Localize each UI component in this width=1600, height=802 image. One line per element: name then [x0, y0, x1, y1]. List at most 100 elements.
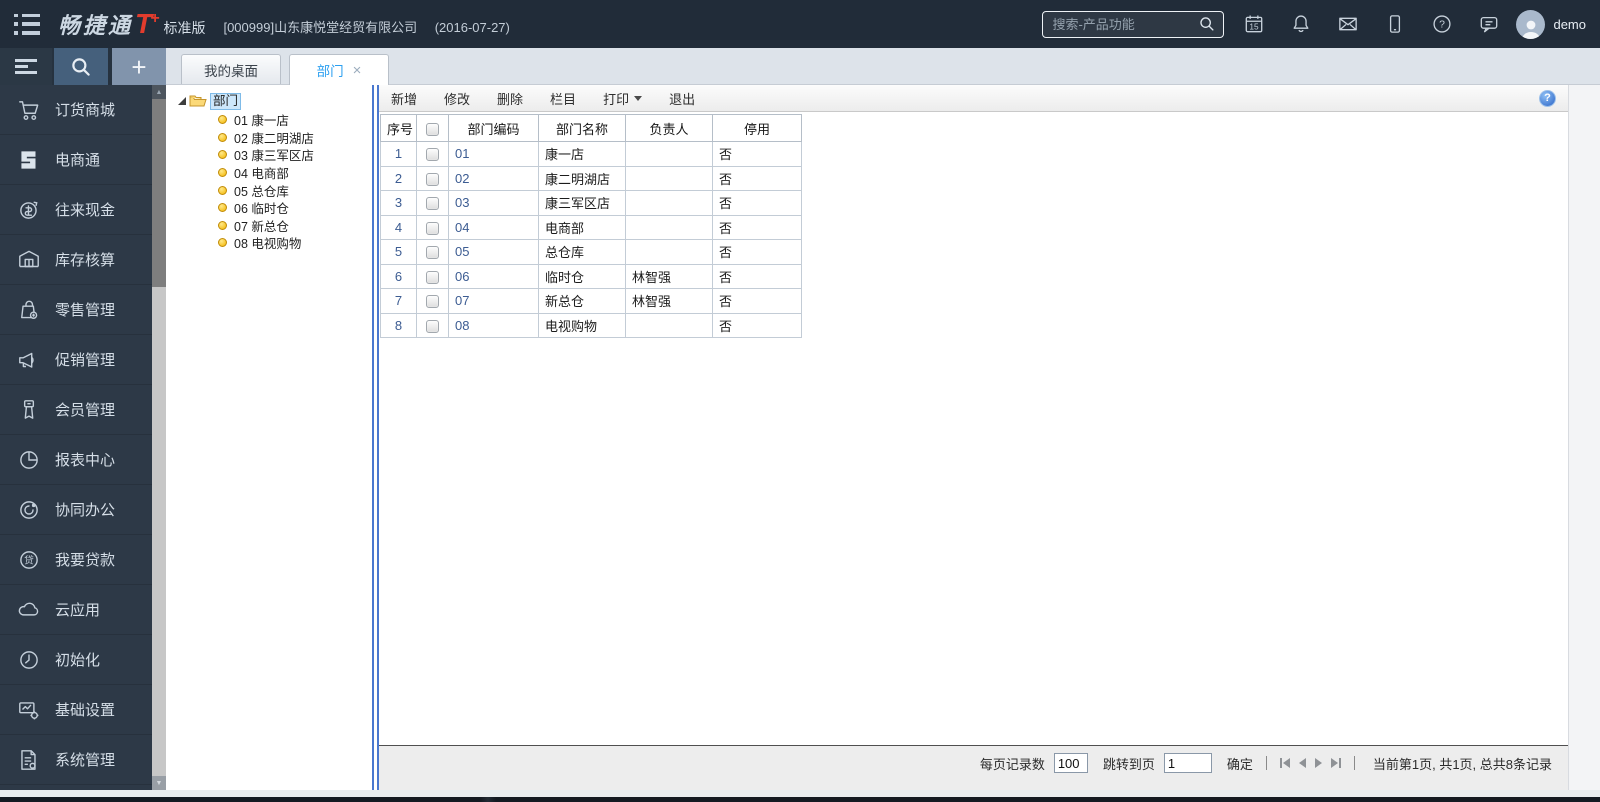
sidebar-item-inventory[interactable]: 库存核算: [0, 235, 152, 285]
row-checkbox[interactable]: [426, 172, 439, 186]
print-button[interactable]: 打印: [603, 89, 643, 108]
table-row[interactable]: 3 03 康三军区店 否: [380, 190, 802, 216]
sidebar-item-base-settings[interactable]: 基础设置: [0, 685, 152, 735]
sidebar-item-retail[interactable]: 零售管理: [0, 285, 152, 335]
sidebar-item-initialization[interactable]: 初始化: [0, 635, 152, 685]
tree-expander-icon[interactable]: [178, 97, 186, 105]
cell-disabled: 否: [712, 214, 802, 240]
new-button[interactable]: 新增: [391, 89, 417, 108]
cell-name: 电视购物: [538, 312, 626, 338]
node-bullet-icon: [218, 203, 227, 213]
row-checkbox[interactable]: [426, 246, 439, 260]
tree-root-label[interactable]: 部门: [210, 92, 242, 110]
table-row[interactable]: 7 07 新总仓 林智强 否: [380, 288, 802, 314]
cell-manager: 林智强: [625, 288, 713, 314]
col-name: 部门名称: [538, 114, 626, 142]
per-page-input[interactable]: [1053, 753, 1088, 773]
columns-button[interactable]: 栏目: [550, 89, 576, 108]
sidebar-item-system[interactable]: 系统管理: [0, 735, 152, 785]
add-tab-icon[interactable]: +: [112, 48, 166, 85]
row-checkbox[interactable]: [426, 197, 439, 211]
cell-select: [416, 165, 449, 191]
table-row[interactable]: 2 02 康二明湖店 否: [380, 165, 802, 191]
node-bullet-icon: [218, 168, 227, 178]
delete-button[interactable]: 删除: [497, 89, 523, 108]
topbar-icons: 15 ? demo: [1230, 9, 1586, 39]
sidebar-item-loan[interactable]: 贷 我要贷款: [0, 535, 152, 585]
tree-item-04[interactable]: 04 电商部: [178, 164, 372, 182]
help-icon[interactable]: ?: [1418, 13, 1465, 35]
first-page-icon[interactable]: [1279, 758, 1290, 768]
bell-icon[interactable]: [1277, 13, 1324, 35]
confirm-button[interactable]: 确定: [1227, 754, 1253, 773]
sidebar-item-cloud-apps[interactable]: 云应用: [0, 585, 152, 635]
cell-code: 07: [448, 288, 539, 314]
table-row[interactable]: 4 04 电商部 否: [380, 214, 802, 240]
cell-disabled: 否: [712, 263, 802, 289]
chat-icon[interactable]: [1465, 13, 1512, 35]
node-bullet-icon: [218, 150, 227, 160]
tree-item-08[interactable]: 08 电视购物: [178, 234, 372, 252]
row-checkbox[interactable]: [426, 270, 439, 284]
scroll-down-icon[interactable]: ▼: [152, 776, 166, 790]
row-checkbox[interactable]: [426, 221, 439, 235]
table-row[interactable]: 8 08 电视购物 否: [380, 312, 802, 338]
department-tree-panel: 部门 01 康一店 02 康二明湖店 03 康三军区店 04 电商部 05 总仓…: [166, 85, 372, 790]
page-help-icon[interactable]: ?: [1539, 89, 1556, 107]
table-row[interactable]: 1 01 康一店 否: [380, 141, 802, 167]
tree-item-03[interactable]: 03 康三军区店: [178, 146, 372, 164]
cell-code: 05: [448, 239, 539, 265]
menu-list-icon[interactable]: [14, 13, 40, 35]
scroll-up-icon[interactable]: ▲: [152, 85, 166, 99]
sidebar-item-reports[interactable]: 报表中心: [0, 435, 152, 485]
tree-item-label: 05 总仓库: [234, 184, 289, 199]
cell-name: 电商部: [538, 214, 626, 240]
mail-icon[interactable]: [1324, 13, 1371, 35]
bottom-gap: [0, 790, 1600, 797]
brand-t-mark: T+: [135, 8, 160, 39]
sidebar-item-collaboration[interactable]: 协同办公: [0, 485, 152, 535]
goto-page-input[interactable]: [1163, 753, 1212, 773]
prev-page-icon[interactable]: [1298, 758, 1306, 768]
sidebar-item-promotion[interactable]: 促销管理: [0, 335, 152, 385]
panel-splitter[interactable]: [372, 85, 379, 790]
tree-item-02[interactable]: 02 康二明湖店: [178, 129, 372, 147]
select-all-checkbox[interactable]: [426, 122, 439, 136]
exit-button[interactable]: 退出: [669, 89, 695, 108]
per-page-label: 每页记录数: [979, 756, 1045, 772]
tree-item-01[interactable]: 01 康一店: [178, 111, 372, 129]
calendar-icon[interactable]: 15: [1230, 13, 1277, 35]
tree-root-department[interactable]: 部门: [178, 91, 372, 111]
next-page-icon[interactable]: [1314, 758, 1322, 768]
edit-button[interactable]: 修改: [444, 89, 470, 108]
table-row[interactable]: 5 05 总仓库 否: [380, 239, 802, 265]
scrollbar-thumb[interactable]: [152, 99, 166, 287]
collapse-menu-icon[interactable]: [0, 48, 52, 85]
username-label[interactable]: demo: [1553, 17, 1586, 32]
sidebar-item-cash[interactable]: 往来现金: [0, 185, 152, 235]
tab-my-desktop[interactable]: 我的桌面: [181, 54, 281, 84]
row-checkbox[interactable]: [426, 319, 439, 333]
col-manager: 负责人: [625, 114, 713, 142]
last-page-icon[interactable]: [1330, 758, 1341, 768]
sidebar-item-order-mall[interactable]: 订货商城: [0, 85, 152, 135]
tree-item-06[interactable]: 06 临时仓: [178, 199, 372, 217]
sidebar-item-member[interactable]: 会员管理: [0, 385, 152, 435]
search-icon[interactable]: [1198, 15, 1216, 33]
cell-seq: 1: [380, 141, 417, 167]
table-row[interactable]: 6 06 临时仓 林智强 否: [380, 263, 802, 289]
close-icon[interactable]: ×: [353, 63, 362, 78]
search-icon[interactable]: [54, 48, 108, 85]
row-checkbox[interactable]: [426, 295, 439, 309]
phone-icon[interactable]: [1371, 13, 1418, 35]
tree-item-label: 01 康一店: [234, 114, 289, 129]
tree-item-07[interactable]: 07 新总仓: [178, 217, 372, 235]
avatar[interactable]: [1516, 9, 1546, 39]
sidebar-item-ecommerce[interactable]: 电商通: [0, 135, 152, 185]
svg-text:贷: 贷: [24, 553, 34, 566]
tree-item-label: 08 电视购物: [234, 237, 302, 252]
tab-department[interactable]: 部门 ×: [289, 54, 389, 85]
tree-item-05[interactable]: 05 总仓库: [178, 181, 372, 199]
search-input[interactable]: [1052, 16, 1199, 32]
row-checkbox[interactable]: [426, 148, 439, 162]
